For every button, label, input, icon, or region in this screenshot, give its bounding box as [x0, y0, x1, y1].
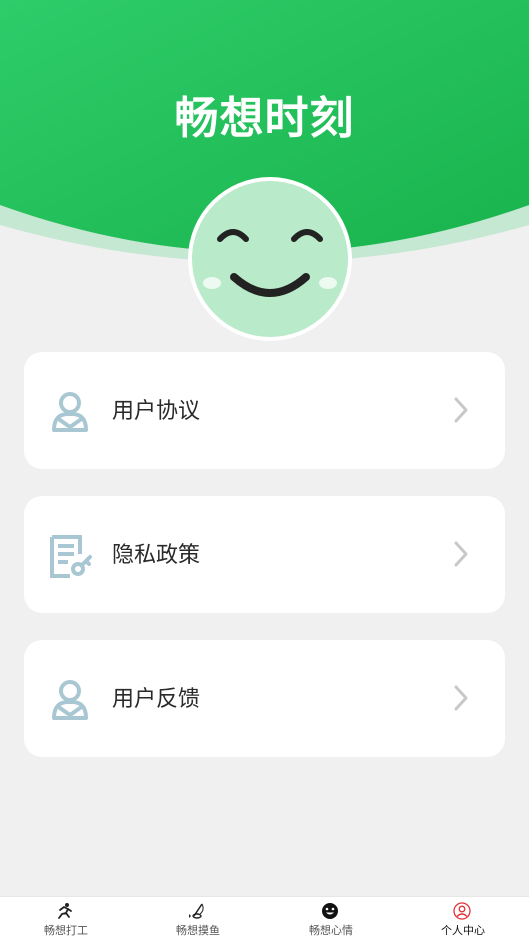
avatar[interactable] — [188, 177, 352, 341]
runner-icon — [58, 903, 72, 919]
menu-item-label: 用户反馈 — [112, 687, 201, 712]
tab-slack-off[interactable]: 畅想摸鱼 — [132, 897, 264, 941]
chevron-right-icon — [454, 685, 468, 711]
tab-work[interactable]: 畅想打工 — [0, 897, 132, 941]
profile-icon — [453, 902, 471, 920]
tab-mood[interactable]: 畅想心情 — [265, 897, 397, 941]
smiley-icon — [322, 903, 338, 919]
chevron-right-icon — [454, 541, 468, 567]
menu-item-label: 用户协议 — [112, 399, 201, 424]
app-title: 畅想时刻 — [174, 93, 355, 144]
tab-label: 畅想心情 — [309, 924, 353, 937]
tab-profile[interactable]: 个人中心 — [397, 897, 529, 941]
menu-item-privacy-policy[interactable]: 隐私政策 — [24, 496, 505, 613]
menu-item-label: 隐私政策 — [112, 543, 201, 568]
user-icon — [52, 680, 88, 720]
chevron-right-icon — [454, 397, 468, 423]
user-icon — [52, 392, 88, 432]
bottom-tab-bar: 畅想打工 畅想摸鱼 畅想心情 个人中心 — [0, 896, 529, 941]
tab-label: 畅想打工 — [44, 924, 88, 937]
fishing-icon — [189, 903, 204, 919]
tab-label: 畅想摸鱼 — [176, 924, 220, 937]
menu-item-user-agreement[interactable]: 用户协议 — [24, 352, 505, 469]
menu-item-user-feedback[interactable]: 用户反馈 — [24, 640, 505, 757]
tab-label: 个人中心 — [441, 924, 485, 937]
privacy-document-key-icon — [50, 535, 92, 578]
